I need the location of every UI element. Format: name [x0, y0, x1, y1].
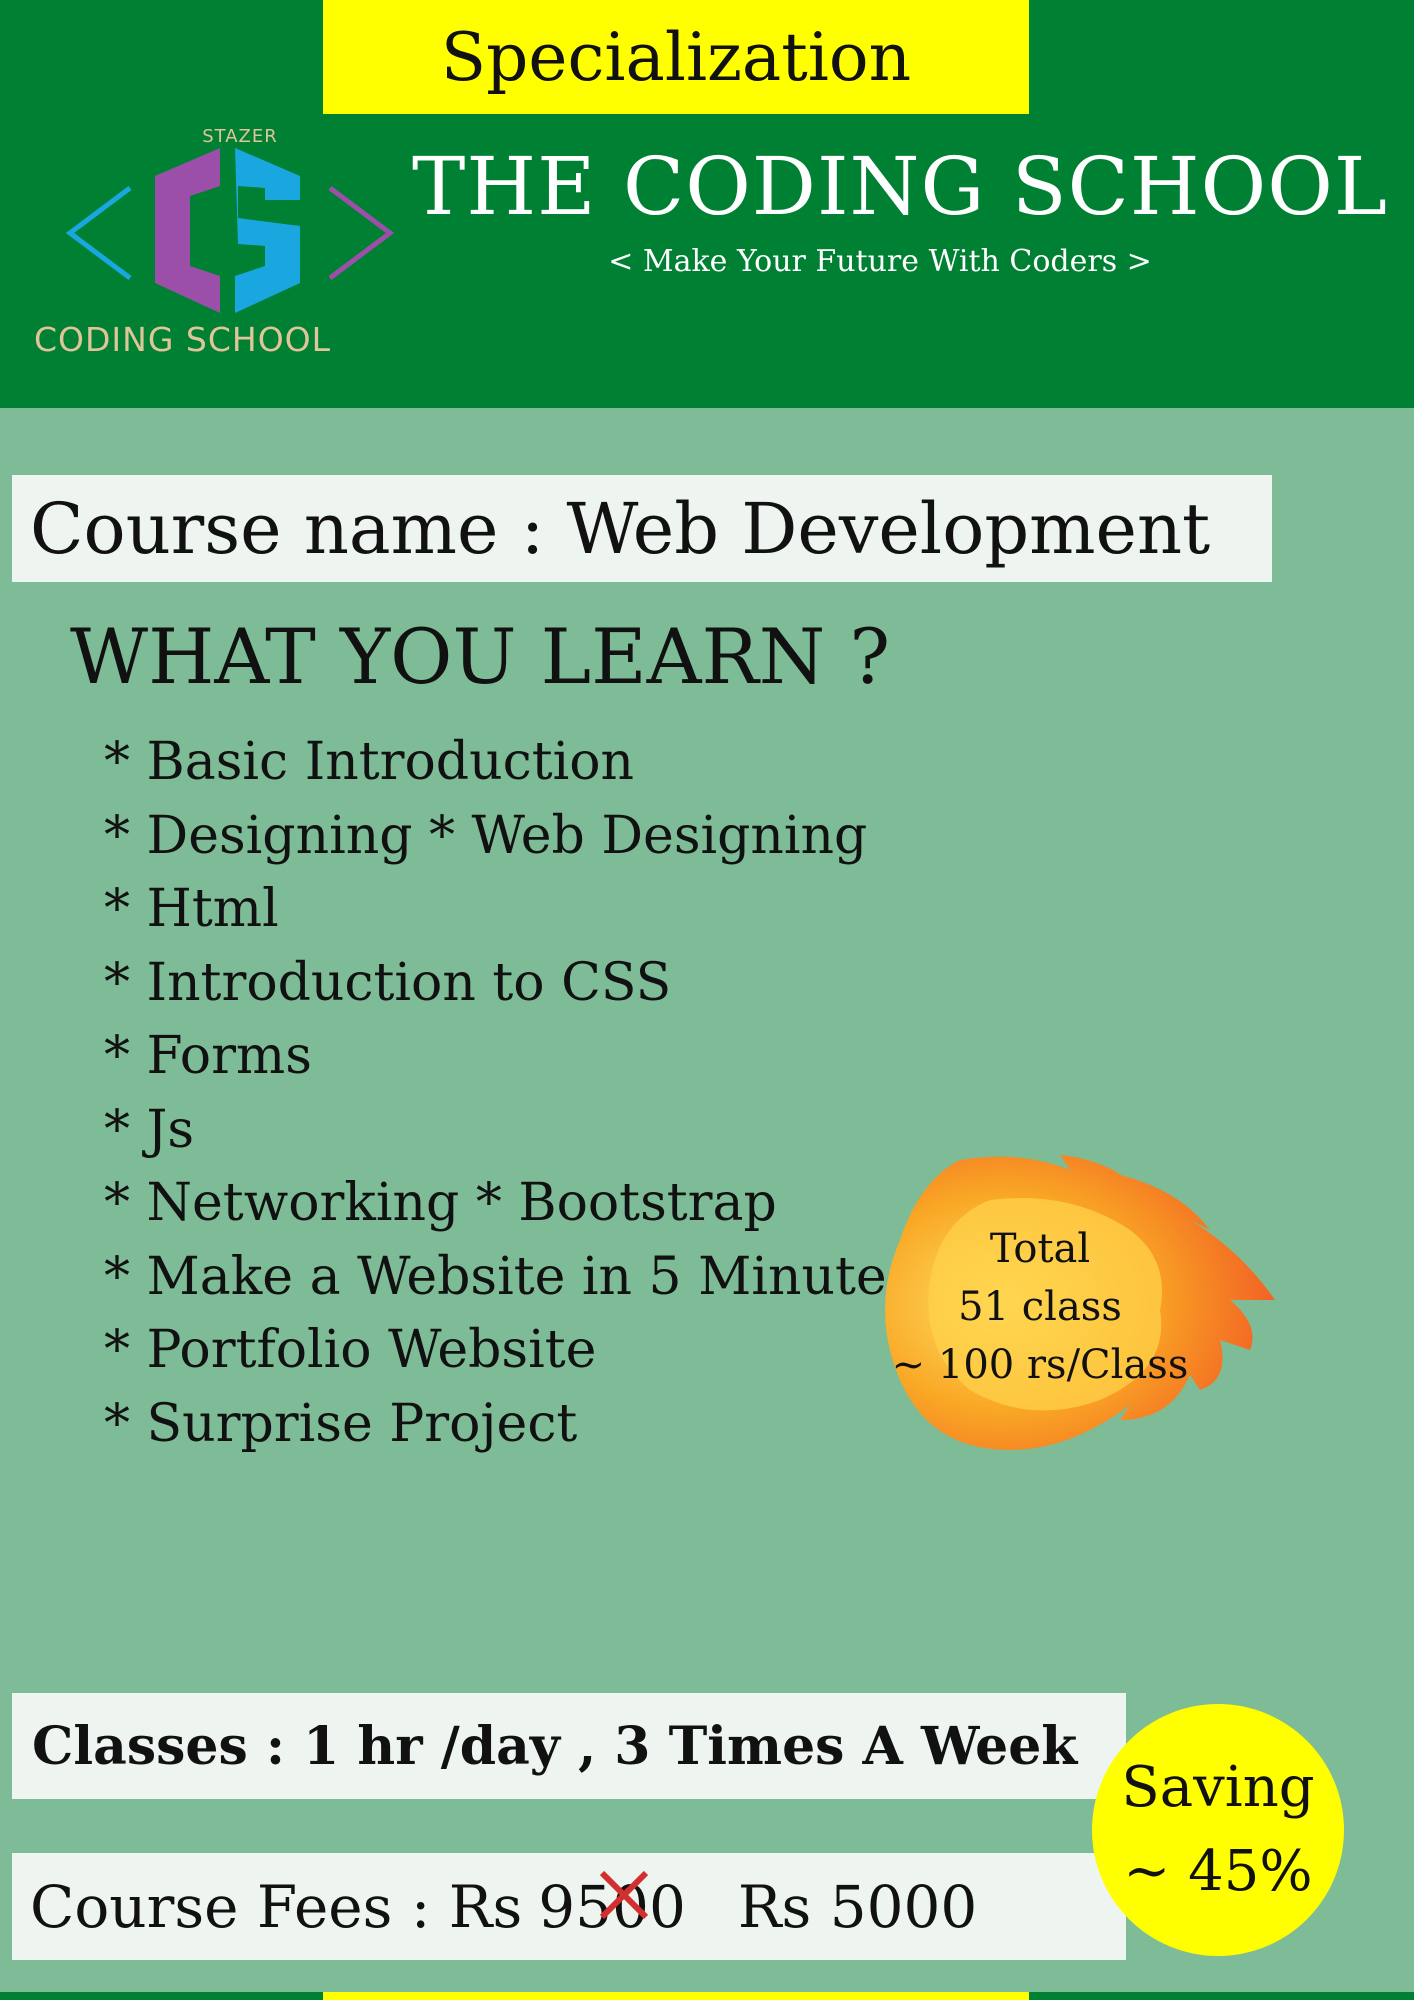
strike-cross-icon — [600, 1870, 649, 1919]
topic-item: * Surprise Project — [104, 1393, 578, 1454]
total-classes-badge: Total 51 class ~ 100 rs/Class — [880, 1220, 1200, 1394]
topic-item: * Basic Introduction — [104, 732, 635, 792]
logo-top-text: STAZER — [202, 126, 278, 147]
old-price: 9500 — [538, 1870, 686, 1941]
header-banner: Specialization STAZER CODING SCHOOL THE … — [0, 0, 1414, 408]
topic-item: * Designing * Web Designing — [104, 805, 868, 866]
new-price: Rs 5000 — [737, 1872, 978, 1941]
topic-item: * Html — [104, 879, 279, 939]
learn-heading: WHAT YOU LEARN ? — [70, 612, 891, 701]
logo-bottom-text: CODING SCHOOL — [34, 320, 332, 359]
topic-item: * Make a Website in 5 Minutes — [104, 1246, 914, 1307]
saving-badge: Saving ~ 45% — [1092, 1704, 1344, 1956]
school-title: THE CODING SCHOOL — [412, 140, 1388, 233]
bottom-yellow-strip — [323, 1992, 1029, 2000]
topic-item: * Js — [104, 1099, 195, 1160]
topic-item: * Portfolio Website — [104, 1320, 597, 1380]
fees-label: Course Fees : Rs — [30, 1872, 523, 1941]
saving-percent: ~ 45% — [1123, 1839, 1313, 1904]
course-name-label: Course name : Web Development — [30, 487, 1211, 570]
specialization-label: Specialization — [440, 18, 912, 96]
classes-box: Classes : 1 hr /day , 3 Times A Week — [12, 1693, 1126, 1799]
badge-line-count: 51 class — [958, 1284, 1122, 1330]
badge-line-total: Total — [989, 1226, 1091, 1272]
topic-item: * Introduction to CSS — [104, 952, 672, 1013]
school-logo: STAZER CODING SCHOOL — [30, 120, 450, 370]
specialization-banner: Specialization — [323, 0, 1029, 114]
school-tagline: < Make Your Future With Coders > — [608, 244, 1152, 279]
course-name-box: Course name : Web Development — [12, 475, 1272, 582]
classes-label: Classes : 1 hr /day , 3 Times A Week — [32, 1715, 1078, 1777]
topic-item: * Forms — [104, 1026, 312, 1086]
cs-logo-icon — [65, 148, 395, 313]
topic-list: * Basic Introduction * Designing * Web D… — [104, 730, 913, 1465]
saving-label: Saving — [1121, 1755, 1315, 1820]
topic-item: * Networking * Bootstrap — [104, 1173, 777, 1233]
fees-box: Course Fees : Rs 9500 Rs 5000 — [12, 1853, 1126, 1960]
badge-line-rate: ~ 100 rs/Class — [891, 1342, 1189, 1388]
